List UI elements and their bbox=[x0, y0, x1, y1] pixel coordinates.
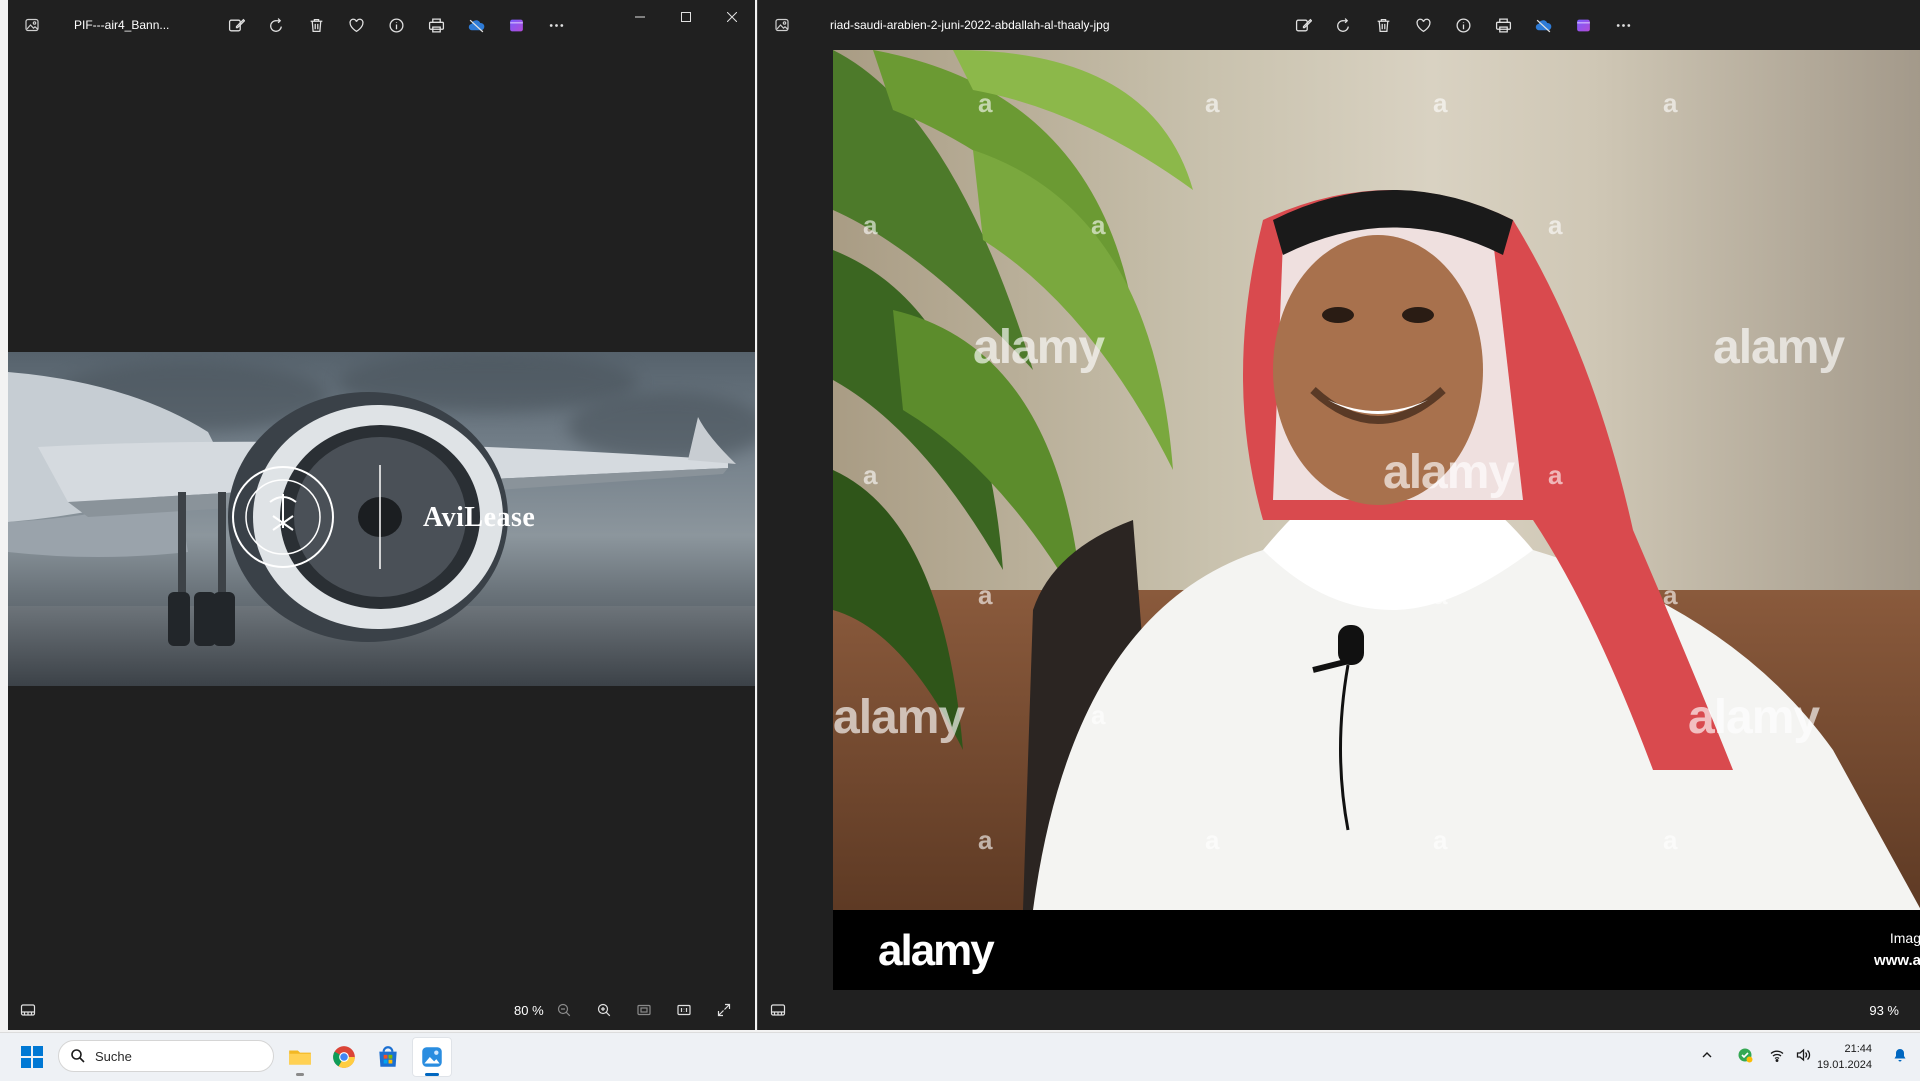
stock-photo-footer: alamy Imag www.a bbox=[833, 910, 1920, 990]
watermark-a: a bbox=[1205, 88, 1220, 118]
watermark-a: a bbox=[1433, 88, 1448, 118]
clipchamp-icon[interactable] bbox=[496, 5, 536, 45]
watermark-a: a bbox=[863, 460, 878, 490]
file-explorer-icon[interactable] bbox=[280, 1037, 320, 1077]
onedrive-icon[interactable] bbox=[1523, 5, 1563, 45]
fit-to-window-icon[interactable] bbox=[624, 990, 664, 1030]
chevron-up-icon[interactable] bbox=[1696, 1043, 1718, 1067]
info-icon[interactable] bbox=[376, 5, 416, 45]
rotate-icon[interactable] bbox=[1323, 5, 1363, 45]
image-viewer[interactable]: AviLease bbox=[8, 50, 755, 990]
notification-bell-icon[interactable] bbox=[1892, 1047, 1908, 1063]
system-tray bbox=[1696, 1043, 1816, 1067]
watermark-a: a bbox=[1433, 825, 1448, 855]
watermark-a: a bbox=[978, 580, 993, 610]
airplane-illustration bbox=[8, 372, 736, 646]
image-viewer[interactable]: a a a a a a a alamy alamy alamy alamy al… bbox=[758, 50, 1920, 990]
wifi-icon[interactable] bbox=[1764, 1043, 1790, 1067]
actual-size-icon[interactable] bbox=[664, 990, 704, 1030]
watermark-a: a bbox=[1091, 700, 1106, 730]
watermark-a: a bbox=[1663, 88, 1678, 118]
watermark-text: alamy bbox=[833, 691, 965, 744]
volume-icon[interactable] bbox=[1790, 1043, 1816, 1067]
rotate-icon[interactable] bbox=[256, 5, 296, 45]
microsoft-store-icon[interactable] bbox=[368, 1037, 408, 1077]
portrait-photo: a a a a a a a alamy alamy alamy alamy al… bbox=[833, 50, 1920, 990]
footer-url: www.a bbox=[1874, 952, 1920, 969]
more-options-icon[interactable] bbox=[1603, 5, 1643, 45]
watermark-a: a bbox=[863, 210, 878, 240]
favorite-heart-icon[interactable] bbox=[1403, 5, 1443, 45]
watermark-a: a bbox=[1091, 210, 1106, 240]
status-bar: 80 % bbox=[8, 990, 755, 1030]
watermark-a: a bbox=[978, 825, 993, 855]
print-icon[interactable] bbox=[416, 5, 456, 45]
watermark-text: alamy bbox=[1713, 321, 1845, 374]
watermark-text: alamy bbox=[973, 321, 1105, 374]
zoom-in-icon[interactable] bbox=[584, 990, 624, 1030]
photos-app-icon[interactable] bbox=[8, 1, 56, 49]
clipchamp-icon[interactable] bbox=[1563, 5, 1603, 45]
delete-icon[interactable] bbox=[1363, 5, 1403, 45]
maximize-icon[interactable] bbox=[663, 0, 709, 34]
minimize-icon[interactable] bbox=[617, 0, 663, 34]
photos-window-right: riad-saudi-arabien-2-juni-2022-abdallah-… bbox=[757, 0, 1920, 1030]
window-controls bbox=[617, 0, 755, 34]
watermark-a: a bbox=[1663, 825, 1678, 855]
zoom-out-icon[interactable] bbox=[544, 990, 584, 1030]
chrome-icon[interactable] bbox=[324, 1037, 364, 1077]
taskbar: Suche 21:44 19.01.2024 bbox=[0, 1032, 1920, 1081]
photos-window-left: PIF---air4_Bann... AviLease 80 % bbox=[8, 0, 755, 1030]
toolbar bbox=[216, 5, 576, 45]
fullscreen-icon[interactable] bbox=[704, 990, 744, 1030]
watermark-a: a bbox=[1548, 210, 1563, 240]
brand-name: AviLease bbox=[423, 502, 536, 533]
print-icon[interactable] bbox=[1483, 5, 1523, 45]
clock[interactable]: 21:44 19.01.2024 bbox=[1817, 1041, 1872, 1073]
more-options-icon[interactable] bbox=[536, 5, 576, 45]
watermark-a: a bbox=[1548, 460, 1563, 490]
watermark-a: a bbox=[1205, 825, 1220, 855]
watermark-a: a bbox=[978, 88, 993, 118]
clock-date: 19.01.2024 bbox=[1816, 1059, 1872, 1071]
clock-time: 21:44 bbox=[1844, 1043, 1872, 1055]
security-shield-icon[interactable] bbox=[1730, 1043, 1760, 1067]
zoom-level: 80 % bbox=[514, 1002, 544, 1018]
toolbar bbox=[1283, 5, 1643, 45]
windows-start-icon[interactable] bbox=[12, 1039, 52, 1075]
watermark-text: alamy bbox=[1383, 446, 1515, 499]
delete-icon[interactable] bbox=[296, 5, 336, 45]
watermark-text: alamy bbox=[1688, 691, 1820, 744]
edit-icon[interactable] bbox=[1283, 5, 1323, 45]
onedrive-icon[interactable] bbox=[456, 5, 496, 45]
title-bar[interactable]: riad-saudi-arabien-2-juni-2022-abdallah-… bbox=[758, 0, 1920, 50]
watermark-a: a bbox=[1433, 580, 1448, 610]
window-title: PIF---air4_Bann... bbox=[74, 18, 170, 32]
edit-icon[interactable] bbox=[216, 5, 256, 45]
banner-image: AviLease bbox=[8, 352, 755, 686]
status-bar: 93 % bbox=[758, 990, 1920, 1030]
footer-text: Imag bbox=[1889, 930, 1920, 946]
info-icon[interactable] bbox=[1443, 5, 1483, 45]
photos-taskbar-icon[interactable] bbox=[412, 1037, 452, 1077]
portrait-illustration bbox=[833, 50, 1920, 910]
search-icon bbox=[69, 1047, 87, 1065]
filmstrip-icon[interactable] bbox=[758, 990, 798, 1030]
favorite-heart-icon[interactable] bbox=[336, 5, 376, 45]
watermark-a: a bbox=[1663, 580, 1678, 610]
close-icon[interactable] bbox=[709, 0, 755, 34]
photos-app-icon[interactable] bbox=[758, 1, 806, 49]
stock-logo: alamy bbox=[878, 926, 995, 975]
filmstrip-icon[interactable] bbox=[8, 990, 48, 1030]
window-title: riad-saudi-arabien-2-juni-2022-abdallah-… bbox=[830, 18, 1110, 32]
search-placeholder: Suche bbox=[95, 1048, 132, 1064]
zoom-level: 93 % bbox=[1869, 1002, 1899, 1018]
taskbar-search-box[interactable]: Suche bbox=[58, 1040, 274, 1072]
